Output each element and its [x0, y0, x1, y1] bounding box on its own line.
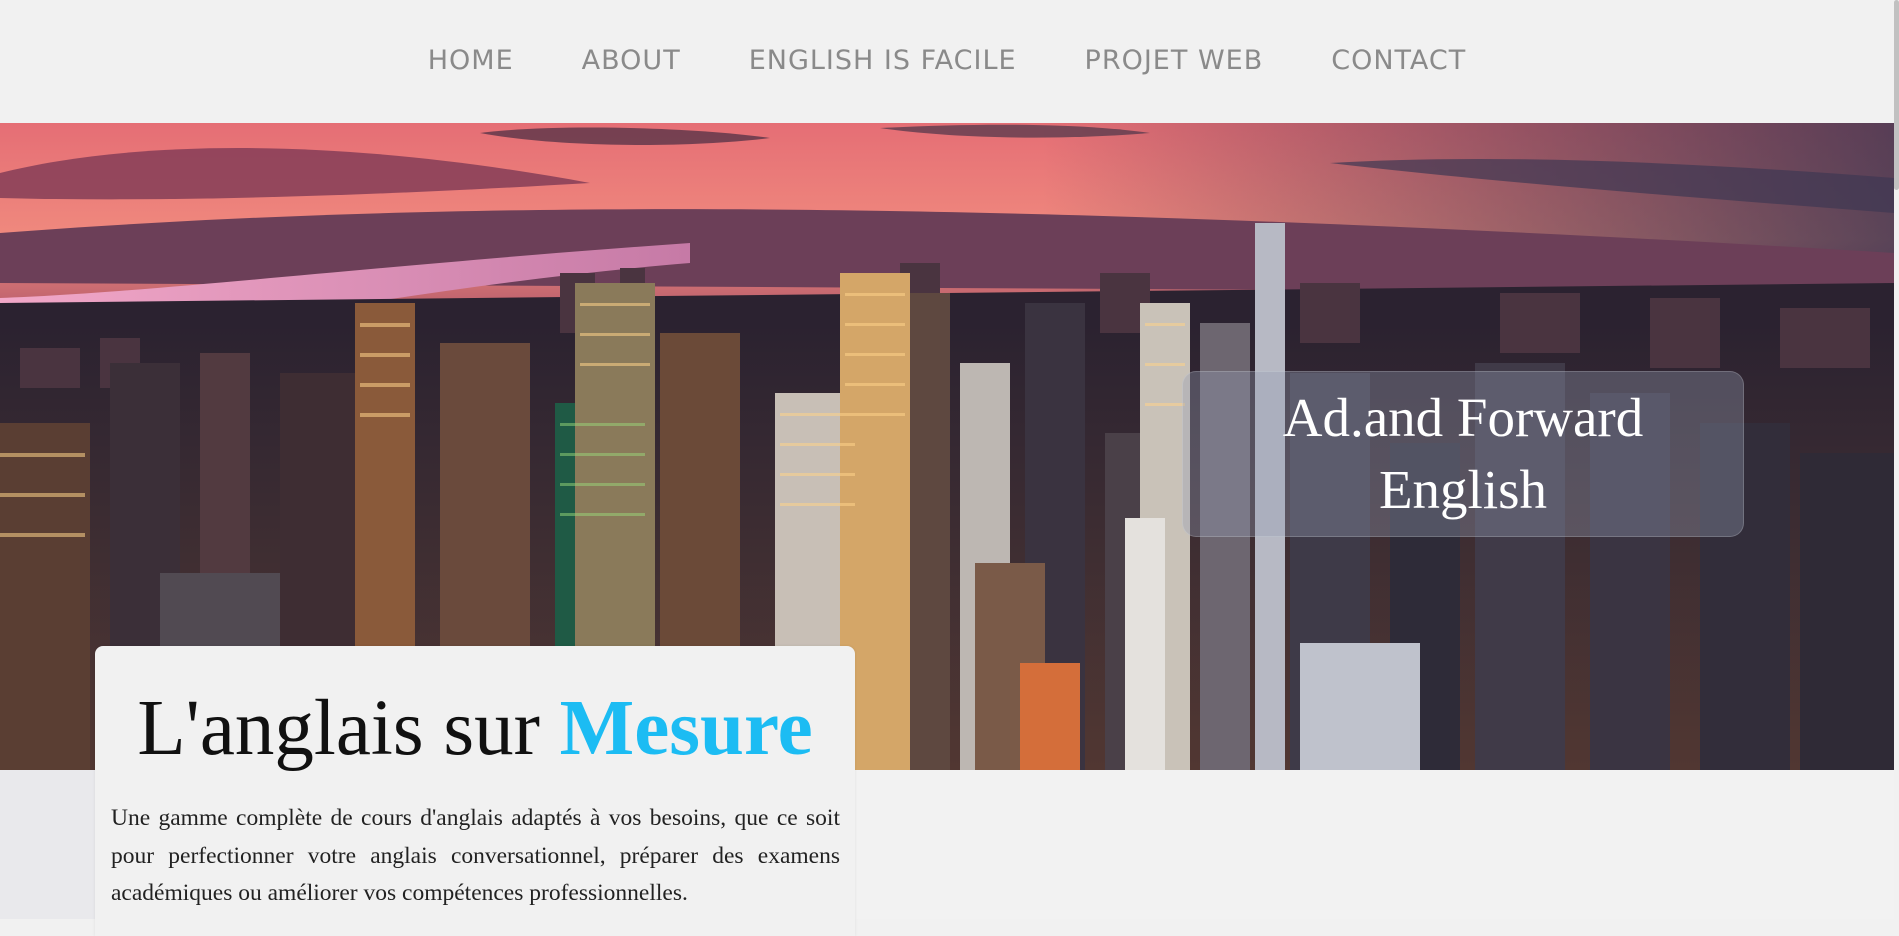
- nav-link-english-is-facile[interactable]: ENGLISH IS FACILE: [715, 45, 1051, 76]
- nav-link-projet-web[interactable]: PROJET WEB: [1051, 45, 1298, 76]
- intro-card: L'anglais sur Mesure Une gamme complète …: [95, 646, 855, 936]
- nav-link-contact[interactable]: CONTACT: [1297, 45, 1500, 76]
- page-scrollbar[interactable]: [1894, 0, 1899, 919]
- scrollbar-thumb[interactable]: [1894, 0, 1899, 190]
- top-navigation: HOME ABOUT ENGLISH IS FACILE PROJET WEB …: [0, 0, 1894, 123]
- hero-title: Ad.and Forward English: [1283, 382, 1643, 526]
- nav-links: HOME ABOUT ENGLISH IS FACILE PROJET WEB …: [394, 45, 1501, 76]
- intro-description: Une gamme complète de cours d'anglais ad…: [111, 805, 840, 906]
- hero-title-box: Ad.and Forward English: [1182, 371, 1744, 537]
- intro-title-accent: Mesure: [559, 685, 813, 772]
- hero-title-line-1: Ad.and Forward: [1282, 387, 1644, 448]
- intro-title-text: L'anglais sur: [137, 685, 560, 772]
- nav-link-about[interactable]: ABOUT: [548, 45, 715, 76]
- nav-link-home[interactable]: HOME: [394, 45, 548, 76]
- hero-title-line-2: English: [1378, 459, 1548, 520]
- side-panel: [0, 770, 95, 919]
- intro-title: L'anglais sur Mesure: [95, 684, 855, 774]
